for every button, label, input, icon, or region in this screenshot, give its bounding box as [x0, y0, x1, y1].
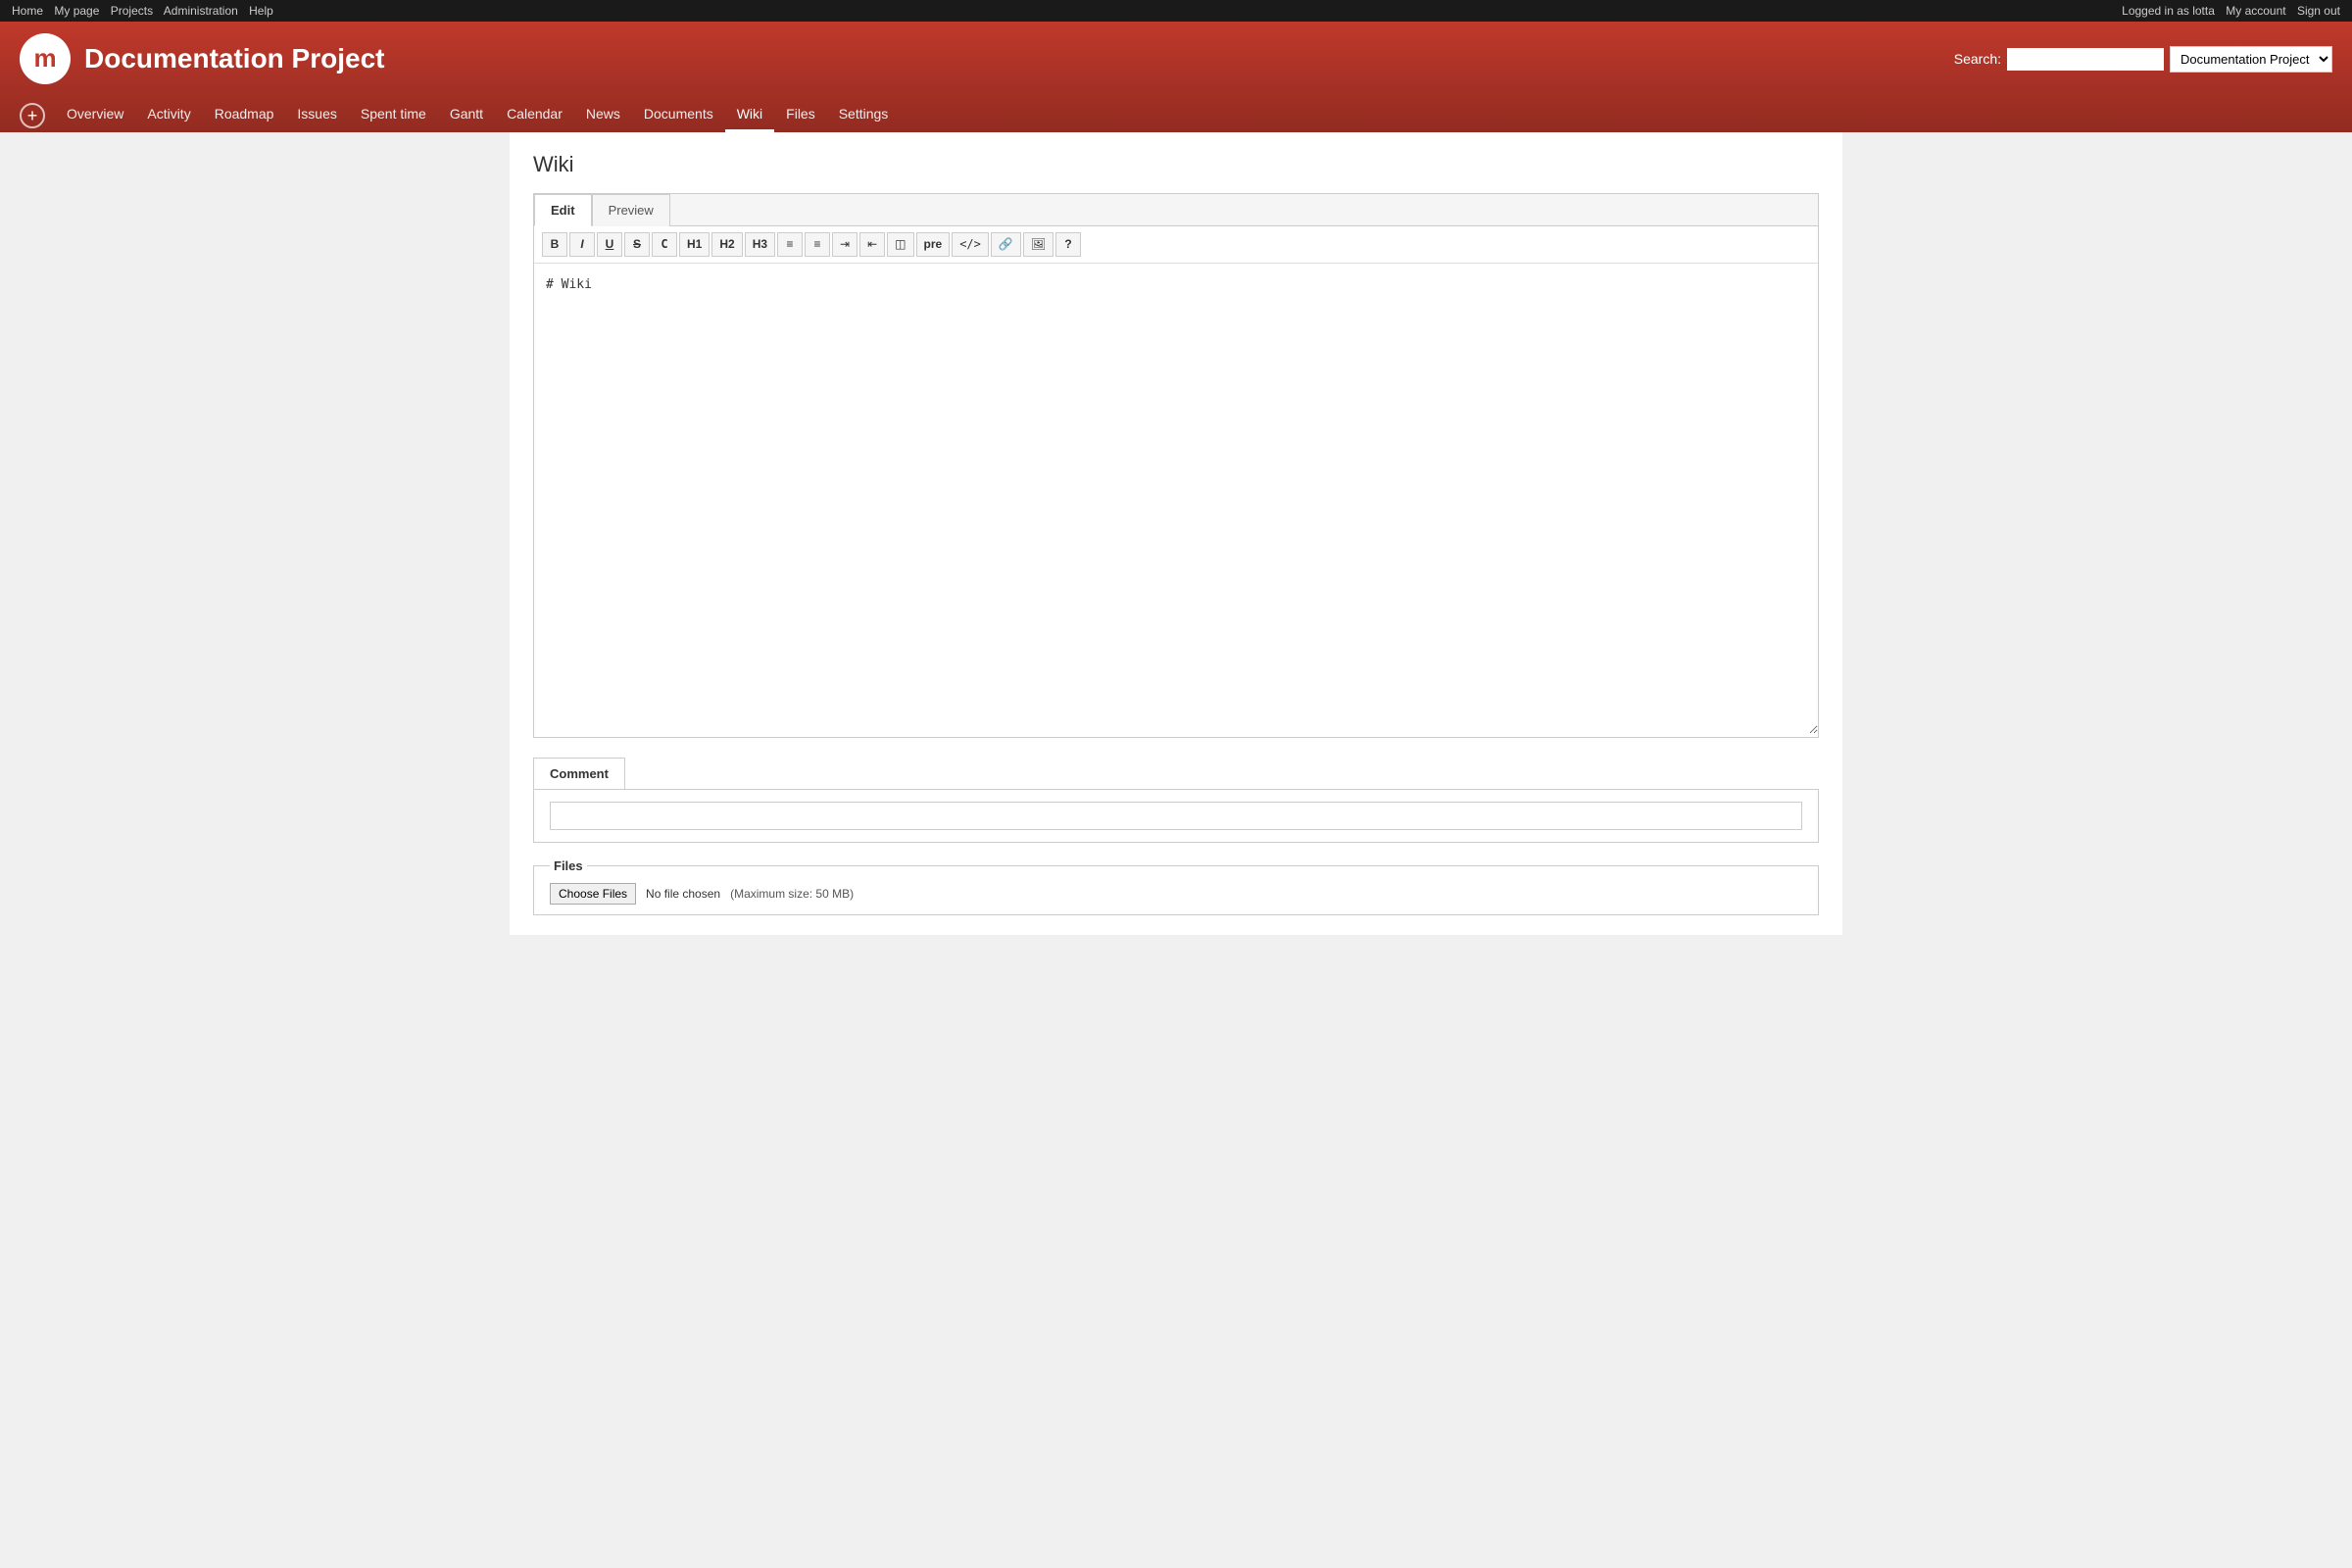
- tab-preview[interactable]: Preview: [592, 194, 670, 226]
- page-title: Wiki: [533, 152, 1819, 177]
- top-bar-nav: Home My page Projects Administration Hel…: [12, 4, 281, 18]
- main-content: Wiki Edit Preview B I U S C H1 H2 H3 ≡ ≡…: [510, 132, 1842, 935]
- nav-calendar[interactable]: Calendar: [495, 98, 574, 132]
- files-legend: Files: [550, 858, 587, 873]
- editor-toolbar: B I U S C H1 H2 H3 ≡ ≡ ⇥ ⇤ ◫ pre </> 🔗 🖼…: [534, 226, 1818, 264]
- toolbar-underline[interactable]: U: [597, 232, 622, 257]
- files-section: Files Choose Files No file chosen (Maxim…: [533, 858, 1819, 915]
- comment-tab[interactable]: Comment: [533, 758, 625, 789]
- toolbar-indent-less[interactable]: ⇤: [859, 232, 885, 257]
- top-bar: Home My page Projects Administration Hel…: [0, 0, 2352, 22]
- max-size-text: (Maximum size: 50 MB): [730, 887, 854, 901]
- toolbar-h3[interactable]: H3: [745, 232, 775, 257]
- nav-files[interactable]: Files: [774, 98, 827, 132]
- toolbar-table[interactable]: ◫: [887, 232, 913, 257]
- nav-activity[interactable]: Activity: [135, 98, 202, 132]
- header-search: Search: Documentation Project: [1954, 46, 2332, 73]
- nav-roadmap[interactable]: Roadmap: [203, 98, 286, 132]
- toolbar-pre[interactable]: pre: [916, 232, 951, 257]
- nav-documents[interactable]: Documents: [632, 98, 725, 132]
- comment-input[interactable]: [550, 802, 1802, 830]
- nav-wiki[interactable]: Wiki: [725, 98, 774, 132]
- comment-section: Comment: [533, 758, 1819, 843]
- toolbar-italic[interactable]: I: [569, 232, 595, 257]
- nav-home[interactable]: Home: [12, 4, 43, 18]
- choose-files-button[interactable]: Choose Files: [550, 883, 636, 905]
- app-logo: m: [20, 33, 71, 84]
- editor-textarea[interactable]: # Wiki: [534, 264, 1818, 734]
- header-brand: m Documentation Project: [20, 33, 384, 84]
- nav-settings[interactable]: Settings: [827, 98, 901, 132]
- toolbar-link[interactable]: 🔗: [991, 232, 1021, 257]
- nav-administration[interactable]: Administration: [164, 4, 238, 18]
- toolbar-ol[interactable]: ≡: [805, 232, 830, 257]
- nav-projects[interactable]: Projects: [111, 4, 153, 18]
- nav-help[interactable]: Help: [249, 4, 273, 18]
- nav-spent-time[interactable]: Spent time: [349, 98, 438, 132]
- toolbar-ul[interactable]: ≡: [777, 232, 803, 257]
- add-button[interactable]: +: [20, 103, 45, 128]
- header-top: m Documentation Project Search: Document…: [20, 33, 2332, 94]
- toolbar-h1[interactable]: H1: [679, 232, 710, 257]
- sign-out-link[interactable]: Sign out: [2297, 4, 2340, 18]
- toolbar-strikethrough[interactable]: S: [624, 232, 650, 257]
- project-title: Documentation Project: [84, 43, 384, 74]
- toolbar-indent-more[interactable]: ⇥: [832, 232, 858, 257]
- toolbar-bold[interactable]: B: [542, 232, 567, 257]
- file-input-row: Choose Files No file chosen (Maximum siz…: [550, 883, 1802, 905]
- header: m Documentation Project Search: Document…: [0, 22, 2352, 132]
- nav-news[interactable]: News: [574, 98, 632, 132]
- wiki-editor: Edit Preview B I U S C H1 H2 H3 ≡ ≡ ⇥ ⇤ …: [533, 193, 1819, 738]
- comment-body: [533, 789, 1819, 843]
- search-input[interactable]: [2007, 48, 2164, 71]
- svg-text:m: m: [33, 43, 56, 73]
- nav-gantt[interactable]: Gantt: [438, 98, 495, 132]
- toolbar-image[interactable]: 🖼: [1023, 232, 1054, 257]
- toolbar-code-block[interactable]: </>: [952, 232, 989, 257]
- nav-issues[interactable]: Issues: [285, 98, 348, 132]
- nav-overview[interactable]: Overview: [55, 98, 135, 132]
- toolbar-h2[interactable]: H2: [711, 232, 742, 257]
- toolbar-help[interactable]: ?: [1055, 232, 1081, 257]
- my-account-link[interactable]: My account: [2226, 4, 2285, 18]
- logged-in-label: Logged in as lotta: [2122, 4, 2215, 18]
- header-nav: + Overview Activity Roadmap Issues Spent…: [20, 94, 2332, 132]
- search-label: Search:: [1954, 51, 2001, 67]
- search-scope-select[interactable]: Documentation Project: [2170, 46, 2332, 73]
- tab-edit[interactable]: Edit: [534, 194, 592, 226]
- top-bar-user: Logged in as lotta My account Sign out: [2122, 4, 2340, 18]
- toolbar-code-inline[interactable]: C: [652, 232, 677, 257]
- editor-tabs: Edit Preview: [534, 194, 1818, 226]
- nav-mypage[interactable]: My page: [54, 4, 99, 18]
- no-file-text: No file chosen: [646, 887, 720, 901]
